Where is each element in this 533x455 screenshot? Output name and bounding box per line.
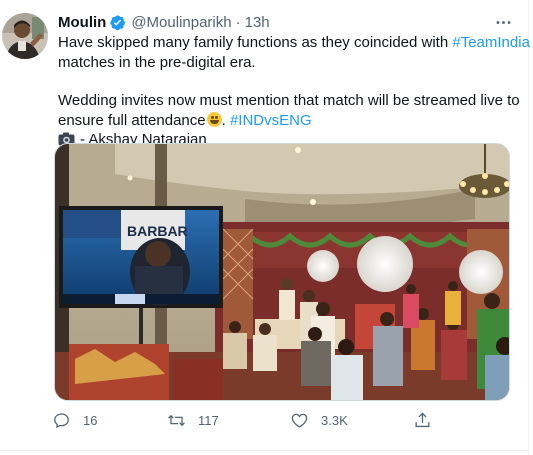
like-count: 3.3K [321,412,348,428]
tweet-line: Have skipped many family functions as th… [58,33,530,53]
reply-icon [54,412,69,428]
hashtag-indvseng[interactable]: #INDvsENG [230,112,312,129]
reply-count: 16 [83,412,98,428]
separator-dot: · [235,13,241,31]
share-button[interactable] [413,407,444,433]
tweet-divider [0,450,528,451]
avatar[interactable] [2,13,48,59]
tweet-line: matches in the pre-digital era. [58,53,256,71]
heart-icon [291,413,308,428]
tweet-header: Moulin @Moulinparikh · 13h [58,12,270,32]
column-divider [528,0,529,455]
tweet-text: Have skipped many family functions as th… [58,33,530,152]
timestamp[interactable]: 13h [245,14,270,31]
retweet-icon [168,414,185,426]
verified-badge-icon [109,14,126,31]
author-handle[interactable]: @Moulinparikh [131,14,231,31]
more-options-button[interactable] [491,10,515,34]
tweet-line: ensure full attendance. #INDvsENG [58,111,498,131]
tweet-actions: 16 117 3.3K [52,407,522,433]
tweet-line: Wedding invites now must mention that ma… [58,92,520,109]
retweet-count: 117 [198,412,219,428]
share-icon [415,411,430,427]
tweet-photo[interactable]: BARBAR [54,143,510,401]
tv-banner-text: BARBAR [127,223,188,239]
tweet-card[interactable]: Moulin @Moulinparikh · 13h Have skipped … [0,0,533,455]
tweet-text-segment: ensure full attendance [58,111,206,129]
retweet-button[interactable]: 117 [167,407,219,433]
more-dots-icon [496,20,510,24]
tweet-text-segment: Have skipped many family functions as th… [58,34,453,51]
tweet-text-segment: . [221,111,230,129]
hashtag-teamindia[interactable]: #TeamIndia [452,34,530,51]
author-name[interactable]: Moulin [58,14,106,31]
reply-button[interactable]: 16 [52,407,97,433]
like-button[interactable]: 3.3K [290,407,348,433]
grinning-emoji-icon [206,111,222,127]
